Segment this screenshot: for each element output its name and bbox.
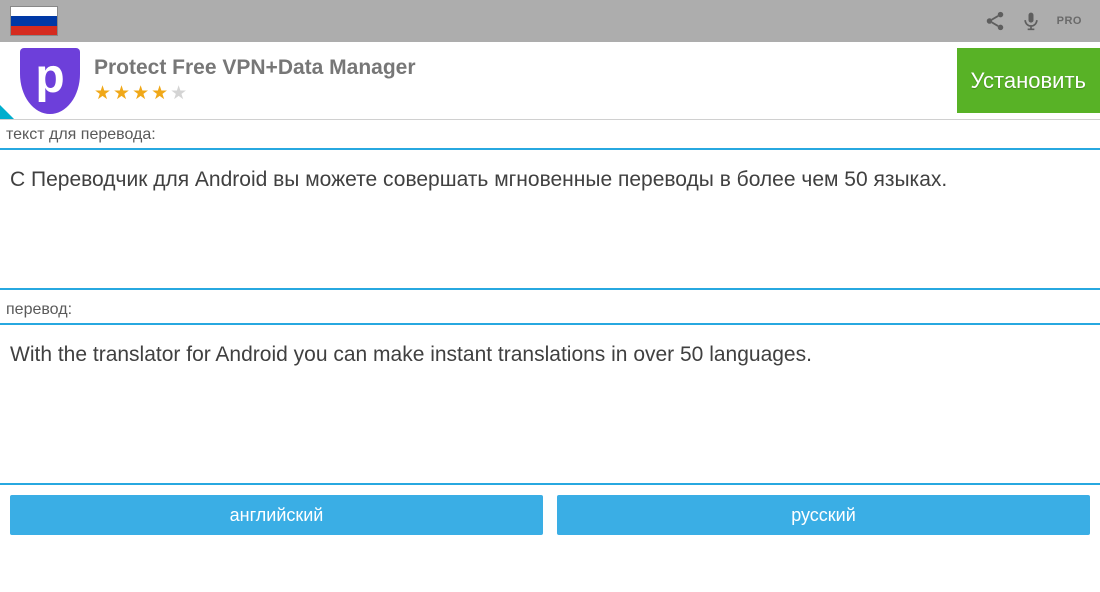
- share-icon[interactable]: [977, 3, 1013, 39]
- microphone-icon[interactable]: [1013, 3, 1049, 39]
- top-bar: PRO: [0, 0, 1100, 42]
- ad-title: Protect Free VPN+Data Manager: [94, 56, 416, 80]
- ad-icon-letter: p: [35, 53, 64, 101]
- language-row: английский русский: [0, 485, 1100, 547]
- source-label: текст для перевода:: [0, 120, 1100, 150]
- source-language-button[interactable]: английский: [10, 495, 543, 535]
- target-label: перевод:: [0, 295, 1100, 325]
- ad-banner[interactable]: p Protect Free VPN+Data Manager ★★★★★ Ус…: [0, 42, 1100, 120]
- adchoice-icon: [0, 105, 14, 119]
- install-button[interactable]: Установить: [957, 48, 1100, 113]
- pro-badge[interactable]: PRO: [1049, 15, 1090, 27]
- target-text-output: With the translator for Android you can …: [0, 325, 1100, 485]
- flag-russia-icon[interactable]: [10, 6, 58, 36]
- source-text-input[interactable]: [0, 150, 1100, 290]
- ad-app-icon: p: [20, 48, 80, 114]
- ad-rating-stars: ★★★★★: [94, 82, 416, 105]
- target-language-button[interactable]: русский: [557, 495, 1090, 535]
